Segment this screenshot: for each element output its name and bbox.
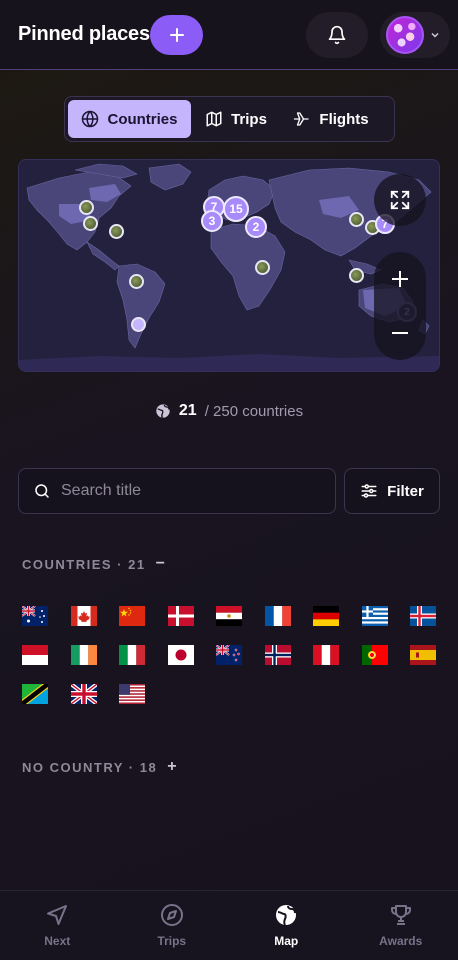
zoom-in-icon[interactable] <box>390 269 410 289</box>
navigation-arrow-icon <box>47 905 68 925</box>
flag-iceland[interactable] <box>410 606 436 626</box>
map-icon <box>206 111 222 127</box>
flag-greece[interactable] <box>361 606 388 626</box>
tab-flights-label: Flights <box>319 110 369 128</box>
nav-next-label: Next <box>44 934 71 948</box>
avatar <box>386 16 424 54</box>
globe-icon <box>82 110 99 128</box>
bell-icon <box>328 25 346 45</box>
add-place-button[interactable] <box>150 15 203 55</box>
countries-section-label: COUNTRIES · 21 <box>22 556 146 572</box>
map-cluster[interactable]: 2 <box>245 216 267 238</box>
search-box <box>18 468 336 514</box>
nav-map-label: Map <box>274 934 299 948</box>
nav-trips[interactable]: Trips <box>115 891 230 960</box>
flag-tanzania[interactable] <box>22 684 48 704</box>
globe-icon <box>156 404 170 418</box>
world-map[interactable]: 7 15 3 2 7 2 <box>18 159 440 372</box>
expand-toggle[interactable]: + <box>167 758 178 776</box>
visited-count: 21 / 250 countries <box>0 402 458 420</box>
photo-pin[interactable] <box>255 260 270 275</box>
map-cluster[interactable]: 3 <box>201 210 223 232</box>
country-flags-grid <box>22 606 442 704</box>
nav-trips-label: Trips <box>157 934 187 948</box>
filter-label: Filter <box>387 482 424 500</box>
notifications-button[interactable] <box>306 12 368 58</box>
flag-united-states[interactable] <box>119 684 145 704</box>
flag-norway[interactable] <box>264 645 291 665</box>
photo-pin[interactable] <box>83 216 98 231</box>
no-country-section-label: NO COUNTRY · 18 <box>22 759 158 775</box>
flag-australia[interactable] <box>22 606 48 626</box>
view-switcher: Countries Trips Flights <box>64 96 395 142</box>
flag-denmark[interactable] <box>167 606 194 626</box>
trophy-icon <box>390 905 411 925</box>
flag-italy[interactable] <box>119 645 145 665</box>
search-input[interactable] <box>61 482 311 500</box>
no-country-section-header[interactable]: NO COUNTRY · 18 + <box>22 758 178 776</box>
tab-countries[interactable]: Countries <box>68 100 191 138</box>
flag-united-kingdom[interactable] <box>70 684 97 704</box>
compass-icon <box>160 904 183 926</box>
flag-canada[interactable] <box>70 606 97 626</box>
flag-indonesia[interactable] <box>22 645 48 665</box>
flag-new-zealand[interactable] <box>216 645 242 665</box>
flag-japan[interactable] <box>167 645 194 665</box>
photo-pin[interactable] <box>349 212 364 227</box>
plane-icon <box>294 112 310 126</box>
nav-awards[interactable]: Awards <box>344 891 458 960</box>
flag-france[interactable] <box>264 606 291 626</box>
top-header: Pinned places <box>0 0 458 70</box>
zoom-controls <box>374 252 426 360</box>
fullscreen-icon <box>390 190 410 210</box>
flag-peru[interactable] <box>313 645 339 665</box>
flag-china[interactable] <box>119 606 145 626</box>
photo-pin[interactable] <box>79 200 94 215</box>
search-icon <box>35 484 49 498</box>
photo-pin[interactable] <box>109 224 124 239</box>
collapse-toggle[interactable]: − <box>156 555 167 573</box>
zoom-out-icon[interactable] <box>390 323 410 343</box>
nav-map[interactable]: Map <box>229 891 344 960</box>
plus-icon <box>169 28 184 42</box>
photo-pin[interactable] <box>349 268 364 283</box>
fullscreen-control[interactable] <box>374 174 426 226</box>
flag-portugal[interactable] <box>361 645 388 665</box>
account-menu-button[interactable] <box>380 12 450 58</box>
tab-countries-label: Countries <box>107 110 178 128</box>
globe-icon <box>276 905 297 926</box>
flag-germany[interactable] <box>313 606 339 626</box>
tab-trips-label: Trips <box>231 110 267 128</box>
flag-egypt[interactable] <box>216 606 242 626</box>
filter-button[interactable]: Filter <box>344 468 440 514</box>
tab-flights[interactable]: Flights <box>281 100 381 138</box>
nav-awards-label: Awards <box>379 934 423 948</box>
nav-next[interactable]: Next <box>0 891 115 960</box>
visited-count-number: 21 <box>178 402 197 419</box>
tab-trips[interactable]: Trips <box>191 100 281 138</box>
map-cluster[interactable]: 15 <box>223 196 249 222</box>
visited-count-total: / 250 countries <box>204 402 304 420</box>
flag-spain[interactable] <box>410 645 436 665</box>
chevron-down-icon <box>431 32 439 38</box>
page-title: Pinned places <box>18 23 150 45</box>
countries-section-header[interactable]: COUNTRIES · 21 − <box>22 555 166 573</box>
photo-pin[interactable] <box>129 274 144 289</box>
bottom-navigation: Next Trips Map Awards <box>0 890 458 960</box>
sliders-icon <box>361 484 377 498</box>
photo-pin[interactable] <box>131 317 146 332</box>
flag-ireland[interactable] <box>70 645 97 665</box>
